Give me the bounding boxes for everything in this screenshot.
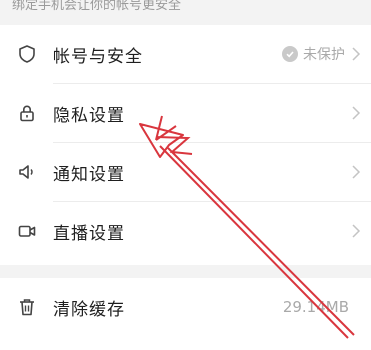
- settings-item-account-security[interactable]: 帐号与安全 未保护: [0, 25, 371, 83]
- settings-item-label: 清除缓存: [53, 299, 125, 320]
- settings-item-notifications[interactable]: 通知设置: [0, 143, 371, 201]
- protection-status-text: 未保护: [303, 47, 345, 63]
- settings-group-main: 帐号与安全 未保护 隐私设置 通知设置 直播设置: [0, 25, 371, 265]
- settings-item-label: 隐私设置: [53, 105, 125, 126]
- cache-size: 29.14MB: [282, 298, 349, 316]
- settings-item-label: 直播设置: [53, 223, 125, 244]
- lock-icon: [16, 102, 38, 124]
- settings-item-clear-cache[interactable]: 清除缓存 29.14MB: [0, 278, 371, 336]
- settings-item-live[interactable]: 直播设置: [0, 202, 371, 260]
- video-camera-icon: [16, 220, 38, 242]
- trash-icon: [16, 296, 38, 318]
- chevron-right-icon: [352, 47, 361, 61]
- chevron-right-icon: [352, 106, 361, 120]
- chevron-right-icon: [352, 165, 361, 179]
- shield-icon: [16, 43, 38, 65]
- settings-group-storage: 清除缓存 29.14MB: [0, 278, 371, 350]
- settings-item-label: 通知设置: [53, 164, 125, 185]
- settings-item-privacy[interactable]: 隐私设置: [0, 84, 371, 142]
- check-circle-icon: [282, 46, 298, 62]
- speaker-icon: [16, 161, 38, 183]
- chevron-right-icon: [352, 224, 361, 238]
- protection-status: 未保护: [282, 44, 345, 64]
- settings-item-label: 帐号与安全: [53, 46, 143, 67]
- account-security-hint: 绑定手机会让你的帐号更安全: [12, 0, 182, 13]
